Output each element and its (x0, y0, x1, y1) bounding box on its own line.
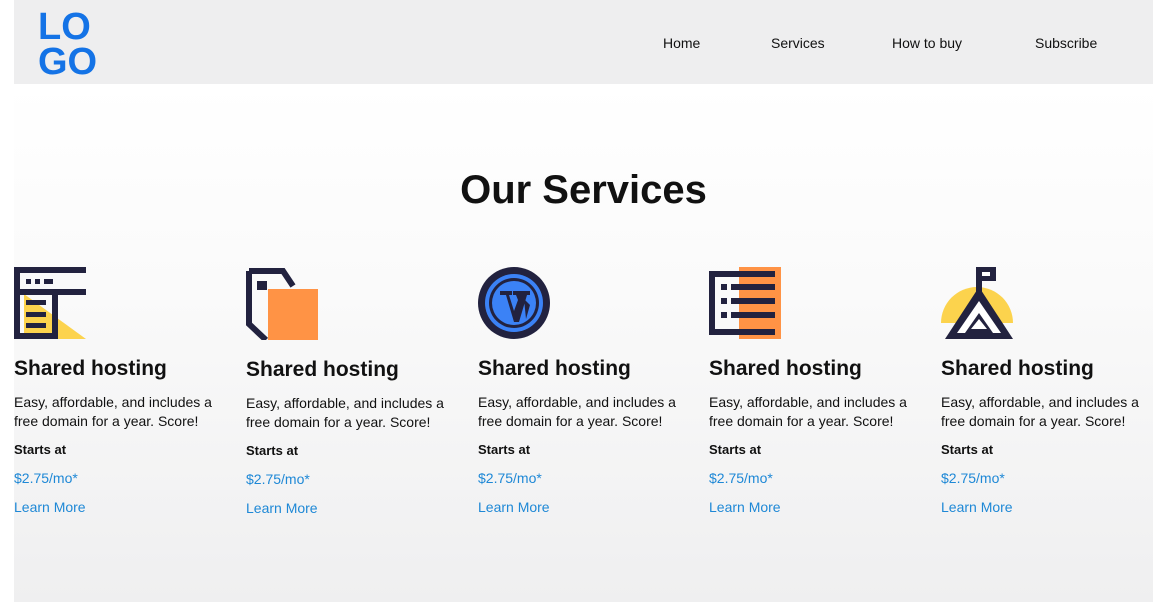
card-price: $2.75/mo* (709, 470, 773, 486)
starts-at-label: Starts at (941, 442, 994, 457)
nav-subscribe[interactable]: Subscribe (1035, 34, 1097, 52)
card-title: Shared hosting (14, 357, 167, 380)
server-icon (709, 267, 781, 339)
card-description: Easy, affordable, and includes a free do… (478, 394, 676, 429)
starts-at-label: Starts at (478, 442, 531, 457)
card-price: $2.75/mo* (14, 470, 78, 486)
nav-services[interactable]: Services (771, 34, 825, 52)
site-header: LO GO Home Services How to buy Subscribe (14, 0, 1153, 84)
main-nav: Home Services How to buy Subscribe (14, 34, 1153, 54)
card-title: Shared hosting (941, 357, 1094, 380)
learn-more-link[interactable]: Learn More (709, 498, 781, 516)
card-description: Easy, affordable, and includes a free do… (246, 395, 444, 430)
card-description: Easy, affordable, and includes a free do… (14, 394, 212, 429)
learn-more-link[interactable]: Learn More (478, 498, 550, 516)
card-price: $2.75/mo* (246, 471, 310, 487)
learn-more-link[interactable]: Learn More (941, 498, 1013, 516)
starts-at-label: Starts at (709, 442, 762, 457)
card-description: Easy, affordable, and includes a free do… (709, 394, 907, 429)
mountain-flag-icon (941, 267, 1013, 339)
nav-how-to-buy[interactable]: How to buy (892, 34, 962, 52)
wordpress-icon (478, 267, 550, 339)
nav-home[interactable]: Home (663, 34, 700, 52)
card-description: Easy, affordable, and includes a free do… (941, 394, 1139, 429)
card-title: Shared hosting (478, 357, 631, 380)
learn-more-link[interactable]: Learn More (14, 498, 86, 516)
starts-at-label: Starts at (246, 443, 299, 458)
services-section: Our Services Shared hosting Easy, afford… (14, 84, 1153, 602)
card-price: $2.75/mo* (478, 470, 542, 486)
card-price: $2.75/mo* (941, 470, 1005, 486)
shared-hosting-icon (14, 267, 86, 339)
card-title: Shared hosting (709, 357, 862, 380)
starts-at-label: Starts at (14, 442, 67, 457)
learn-more-link[interactable]: Learn More (246, 499, 318, 517)
document-icon (246, 268, 318, 340)
card-title: Shared hosting (246, 358, 399, 381)
page-title: Our Services (460, 168, 707, 212)
